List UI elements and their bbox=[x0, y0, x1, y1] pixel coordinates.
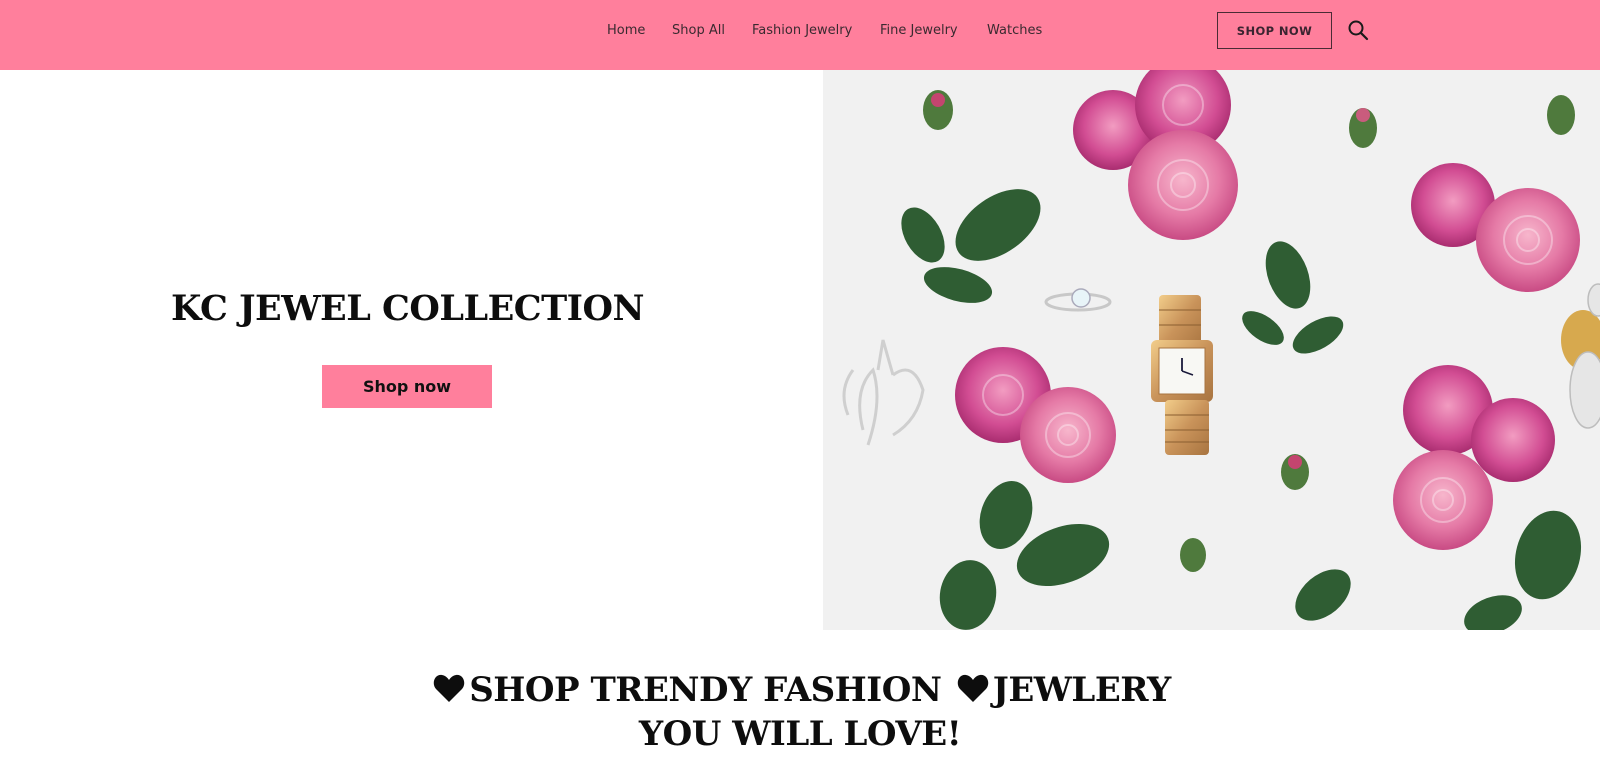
tagline-line-1: SHOP TRENDY FASHION JEWLERY bbox=[0, 668, 1600, 712]
nav-fashion-jewelry[interactable]: Fashion Jewelry bbox=[752, 23, 852, 38]
tagline-text-part2: JEWLERY bbox=[992, 670, 1172, 710]
jewelry-roses-photo bbox=[823, 70, 1600, 630]
hero-shop-now-button[interactable]: Shop now bbox=[322, 365, 492, 408]
tagline-text-part1: SHOP TRENDY FASHION bbox=[469, 670, 942, 710]
search-icon[interactable] bbox=[1347, 19, 1369, 41]
tagline-heading: SHOP TRENDY FASHION JEWLERY YOU WILL LOV… bbox=[0, 668, 1600, 756]
heart-icon bbox=[957, 674, 988, 702]
tagline-line-2: YOU WILL LOVE! bbox=[638, 714, 962, 754]
hero-title: KC JEWEL COLLECTION bbox=[170, 288, 645, 329]
shop-now-header-button[interactable]: SHOP NOW bbox=[1217, 12, 1332, 49]
nav-home[interactable]: Home bbox=[607, 23, 645, 38]
nav-watches[interactable]: Watches bbox=[987, 23, 1042, 38]
site-header: Home Shop All Fashion Jewelry Fine Jewel… bbox=[0, 0, 1600, 70]
hero-text-panel: KC JEWEL COLLECTION Shop now bbox=[0, 70, 823, 630]
hero-image bbox=[823, 70, 1600, 630]
nav-fine-jewelry[interactable]: Fine Jewelry bbox=[880, 23, 958, 38]
heart-icon bbox=[434, 674, 465, 702]
nav-shop-all[interactable]: Shop All bbox=[672, 23, 725, 38]
